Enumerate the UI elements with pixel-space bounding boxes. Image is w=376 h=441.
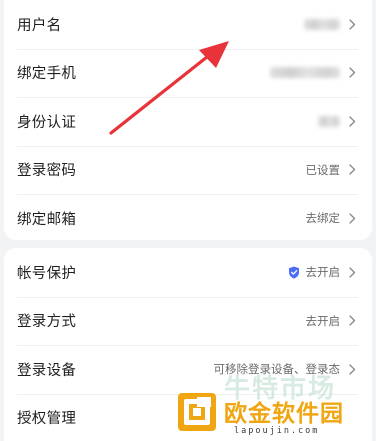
account-protection-status: 去开启 — [305, 265, 341, 280]
account-protection-label: 帐号保护 — [17, 265, 77, 282]
identity-verification-label: 身份认证 — [17, 114, 77, 131]
row-username[interactable]: 用户名 — [4, 0, 372, 49]
login-method-label: 登录方式 — [17, 314, 77, 331]
chevron-right-icon — [346, 17, 358, 31]
username-label: 用户名 — [17, 17, 62, 34]
chevron-right-icon — [346, 66, 358, 80]
chevron-right-icon — [346, 211, 358, 225]
username-value-redacted — [304, 18, 340, 30]
identity-value-redacted — [318, 115, 340, 127]
bind-phone-label: 绑定手机 — [17, 66, 77, 83]
shield-icon — [288, 266, 300, 279]
bind-email-label: 绑定邮箱 — [17, 211, 77, 228]
login-devices-label: 登录设备 — [17, 362, 77, 379]
row-login-password[interactable]: 登录密码 已设置 — [4, 145, 372, 195]
row-identity-verification[interactable]: 身份认证 — [4, 97, 372, 146]
row-bind-email[interactable]: 绑定邮箱 去绑定 — [4, 194, 372, 240]
watermark-logo-icon — [178, 393, 216, 431]
chevron-right-icon — [346, 265, 358, 279]
chevron-right-icon — [346, 163, 358, 177]
row-bind-phone[interactable]: 绑定手机 — [4, 48, 372, 98]
chevron-right-icon — [346, 314, 358, 328]
phone-value-redacted — [270, 67, 340, 79]
authorization-management-label: 授权管理 — [17, 411, 77, 428]
row-login-method[interactable]: 登录方式 去开启 — [4, 296, 372, 346]
chevron-right-icon — [346, 114, 358, 128]
account-security-page: 用户名 绑定手机 身份认证 登录密码 已设置 绑定邮箱 去绑定 帐号保护 去开启… — [0, 0, 376, 441]
login-password-label: 登录密码 — [17, 163, 77, 180]
account-info-card: 用户名 绑定手机 身份认证 登录密码 已设置 绑定邮箱 去绑定 — [4, 0, 372, 240]
bind-email-status: 去绑定 — [305, 211, 341, 226]
login-method-status: 去开启 — [305, 313, 341, 328]
watermark-brand-text: 欧金软件园 — [224, 401, 344, 427]
row-account-protection[interactable]: 帐号保护 去开启 — [4, 248, 372, 297]
watermark-url: lapoujin.com — [234, 426, 320, 436]
watermark: 牛特市场 欧金软件园 lapoujin.com — [172, 368, 376, 441]
login-password-status: 已设置 — [305, 162, 341, 177]
